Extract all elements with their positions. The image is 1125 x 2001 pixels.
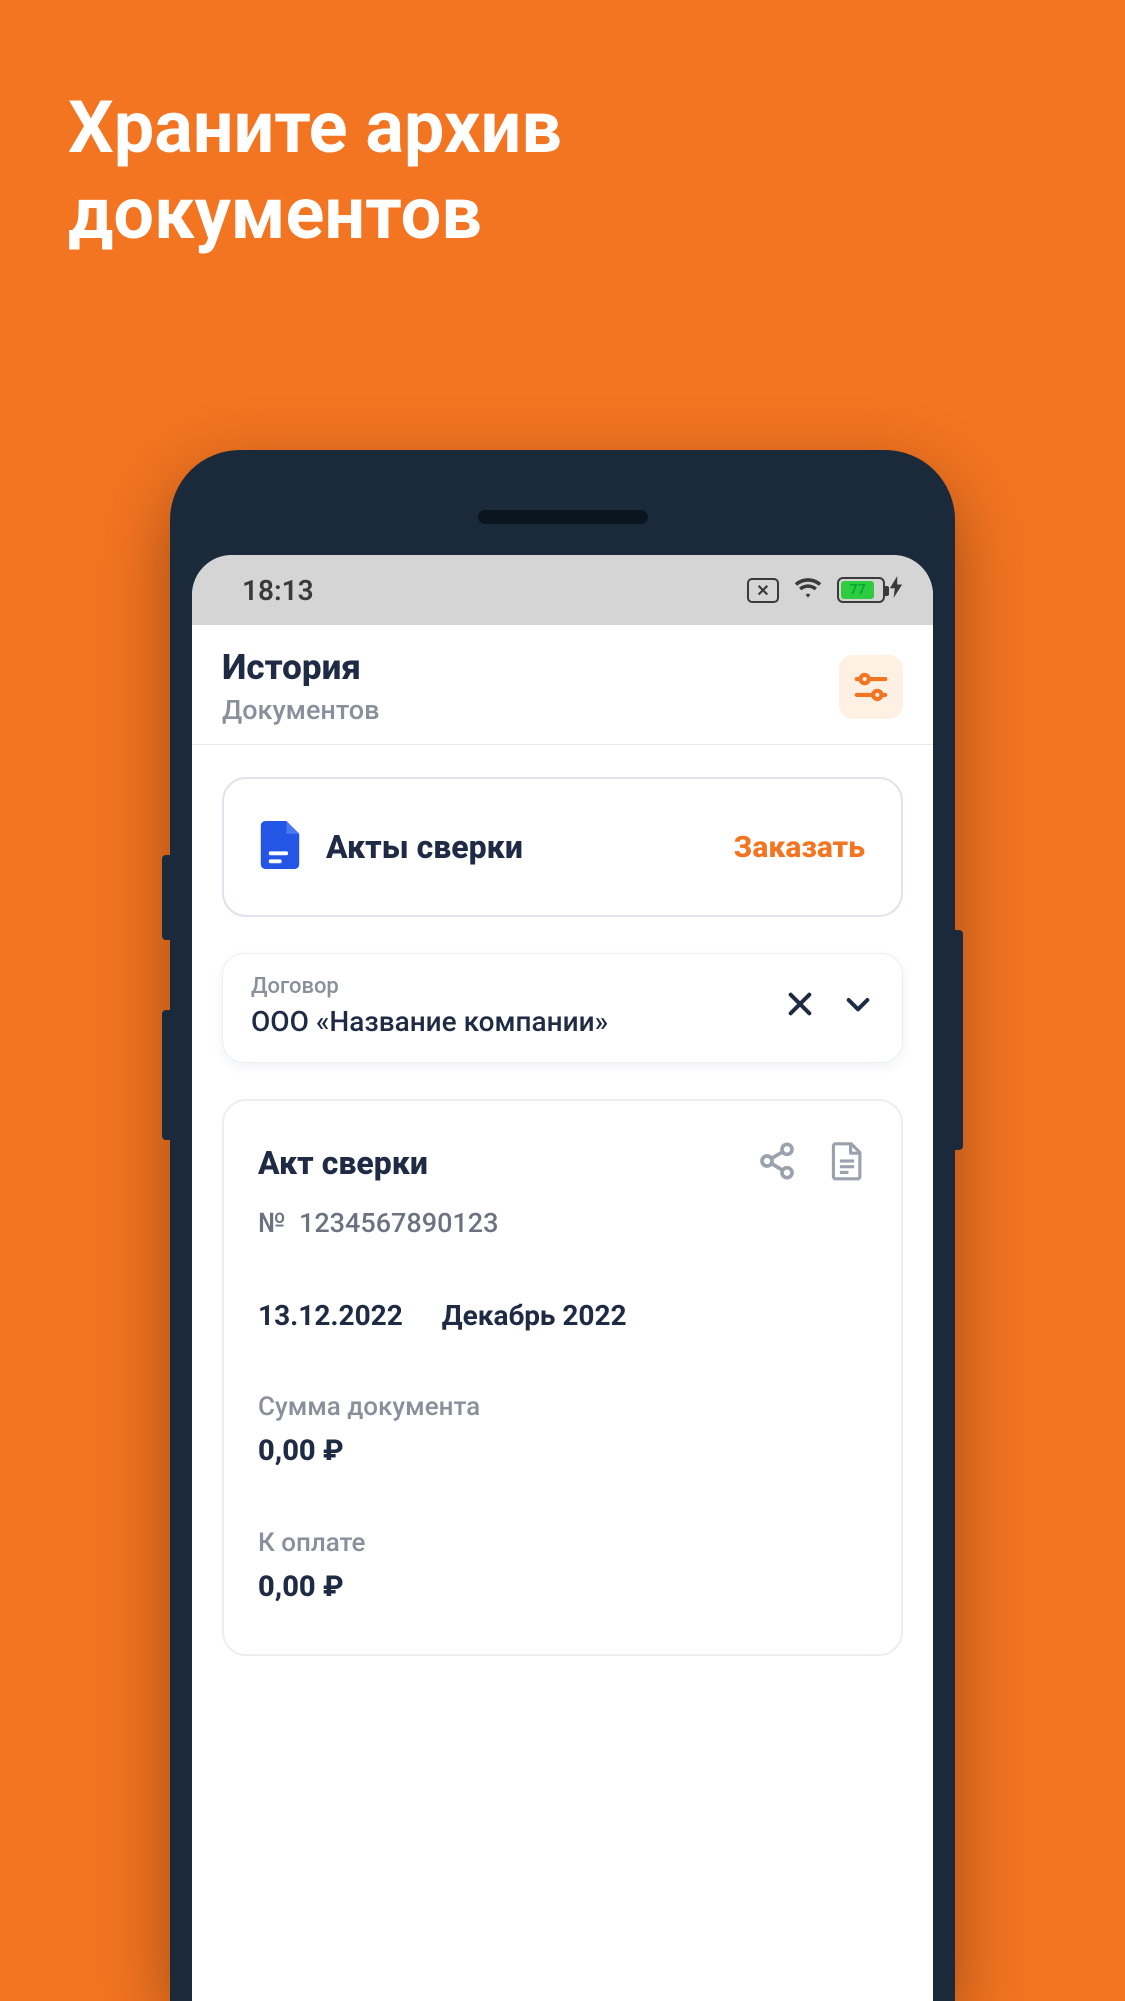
- document-period: Декабрь 2022: [442, 1299, 627, 1332]
- document-card: Акт сверки: [222, 1099, 903, 1656]
- file-icon: [827, 1141, 867, 1181]
- phone-side-button: [162, 1010, 170, 1140]
- status-right: ✕ 77: [747, 574, 903, 607]
- app-header: История Документов: [192, 625, 933, 745]
- share-icon: [757, 1141, 797, 1181]
- wifi-icon: [793, 574, 823, 607]
- no-sim-icon: ✕: [747, 578, 779, 603]
- chevron-down-icon: [842, 988, 874, 1020]
- close-icon: [784, 988, 816, 1020]
- document-icon: [260, 821, 300, 873]
- contract-label: Договор: [251, 974, 608, 999]
- filter-button[interactable]: [839, 655, 903, 719]
- page-title: История: [222, 647, 379, 688]
- contract-value: ООО «Название компании»: [251, 1005, 608, 1038]
- battery-indicator: 77: [837, 576, 903, 604]
- page-subtitle: Документов: [222, 694, 379, 726]
- acts-verification-title: Акты сверки: [326, 828, 523, 866]
- phone-frame: 18:13 ✕ 77 История Документо: [170, 450, 955, 2001]
- battery-percent: 77: [841, 581, 874, 599]
- document-number-prefix: №: [258, 1207, 286, 1239]
- document-dates: 13.12.2022 Декабрь 2022: [258, 1299, 867, 1332]
- phone-speaker: [478, 510, 648, 524]
- app-screen: 18:13 ✕ 77 История Документо: [192, 555, 933, 2001]
- due-value: 0,00 ₽: [258, 1570, 867, 1604]
- order-button[interactable]: Заказать: [734, 830, 865, 865]
- promo-title-line1: Храните архив: [68, 85, 562, 171]
- document-date: 13.12.2022: [258, 1299, 403, 1332]
- document-title: Акт сверки: [258, 1144, 428, 1182]
- phone-side-button: [162, 855, 170, 940]
- sum-label: Сумма документа: [258, 1392, 867, 1422]
- sum-value: 0,00 ₽: [258, 1434, 867, 1468]
- view-document-button[interactable]: [827, 1141, 867, 1185]
- status-time: 18:13: [222, 574, 314, 607]
- expand-button[interactable]: [842, 988, 874, 1024]
- due-label: К оплате: [258, 1528, 867, 1558]
- phone-side-button: [955, 930, 963, 1150]
- share-button[interactable]: [757, 1141, 797, 1185]
- charging-icon: [889, 576, 903, 604]
- promo-title-line2: документов: [68, 171, 562, 257]
- status-bar: 18:13 ✕ 77: [192, 555, 933, 625]
- document-number: № 1234567890123: [258, 1207, 867, 1239]
- acts-verification-card: Акты сверки Заказать: [222, 777, 903, 917]
- document-number-value: 1234567890123: [299, 1207, 499, 1239]
- promo-title: Храните архив документов: [68, 85, 562, 258]
- contract-selector[interactable]: Договор ООО «Название компании»: [222, 953, 903, 1063]
- sliders-icon: [852, 668, 890, 706]
- clear-button[interactable]: [784, 988, 816, 1024]
